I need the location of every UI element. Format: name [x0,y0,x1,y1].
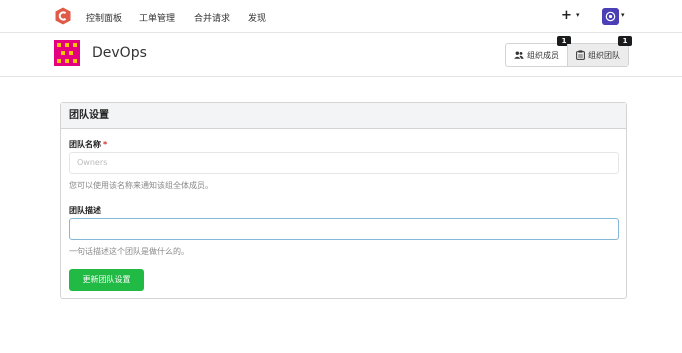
nav-issues[interactable]: 工单管理 [139,11,175,24]
team-name-label-text: 团队名称 [69,140,101,149]
org-header: DevOps 组织成员 1 组织团队 1 [0,33,682,77]
update-team-settings-button[interactable]: 更新团队设置 [69,269,144,291]
tab-teams[interactable]: 组织团队 1 [567,36,632,66]
tab-members-label: 组织成员 [527,50,559,60]
nav-pull-requests[interactable]: 合并请求 [194,11,230,24]
tab-teams-label: 组织团队 [588,50,620,60]
top-navbar: 控制面板 工单管理 合并请求 发现 + ▾ ▾ [0,0,682,33]
team-description-input[interactable] [69,218,619,240]
org-name[interactable]: DevOps [92,45,147,61]
nav-dashboard[interactable]: 控制面板 [86,11,122,24]
org-avatar [54,40,80,66]
team-name-help: 您可以使用该名称来通知该组全体成员。 [69,181,213,190]
team-settings-form: 团队设置 团队名称 * Owners 您可以使用该名称来通知该组全体成员。 团队描… [60,102,627,299]
team-name-input[interactable]: Owners [69,152,619,174]
required-mark: * [103,140,108,149]
team-icon [576,50,585,60]
org-tabs: 组织成员 1 组织团队 1 [505,36,632,67]
tab-members[interactable]: 组织成员 1 [506,36,571,66]
user-avatar-menu[interactable] [602,8,619,25]
team-description-help: 一句话描述这个团队是做什么的。 [69,247,189,256]
gitea-logo-icon[interactable] [54,7,72,25]
create-menu-button[interactable]: + [561,8,572,23]
chevron-down-icon[interactable]: ▾ [576,11,580,19]
team-settings-heading: 团队设置 [61,103,626,129]
team-name-label: 团队名称 * [69,139,107,150]
chevron-down-icon[interactable]: ▾ [621,11,625,19]
teams-count-badge: 1 [618,36,632,46]
team-description-label: 团队描述 [69,206,101,215]
people-icon [514,51,524,59]
nav-explore[interactable]: 发现 [248,11,266,24]
